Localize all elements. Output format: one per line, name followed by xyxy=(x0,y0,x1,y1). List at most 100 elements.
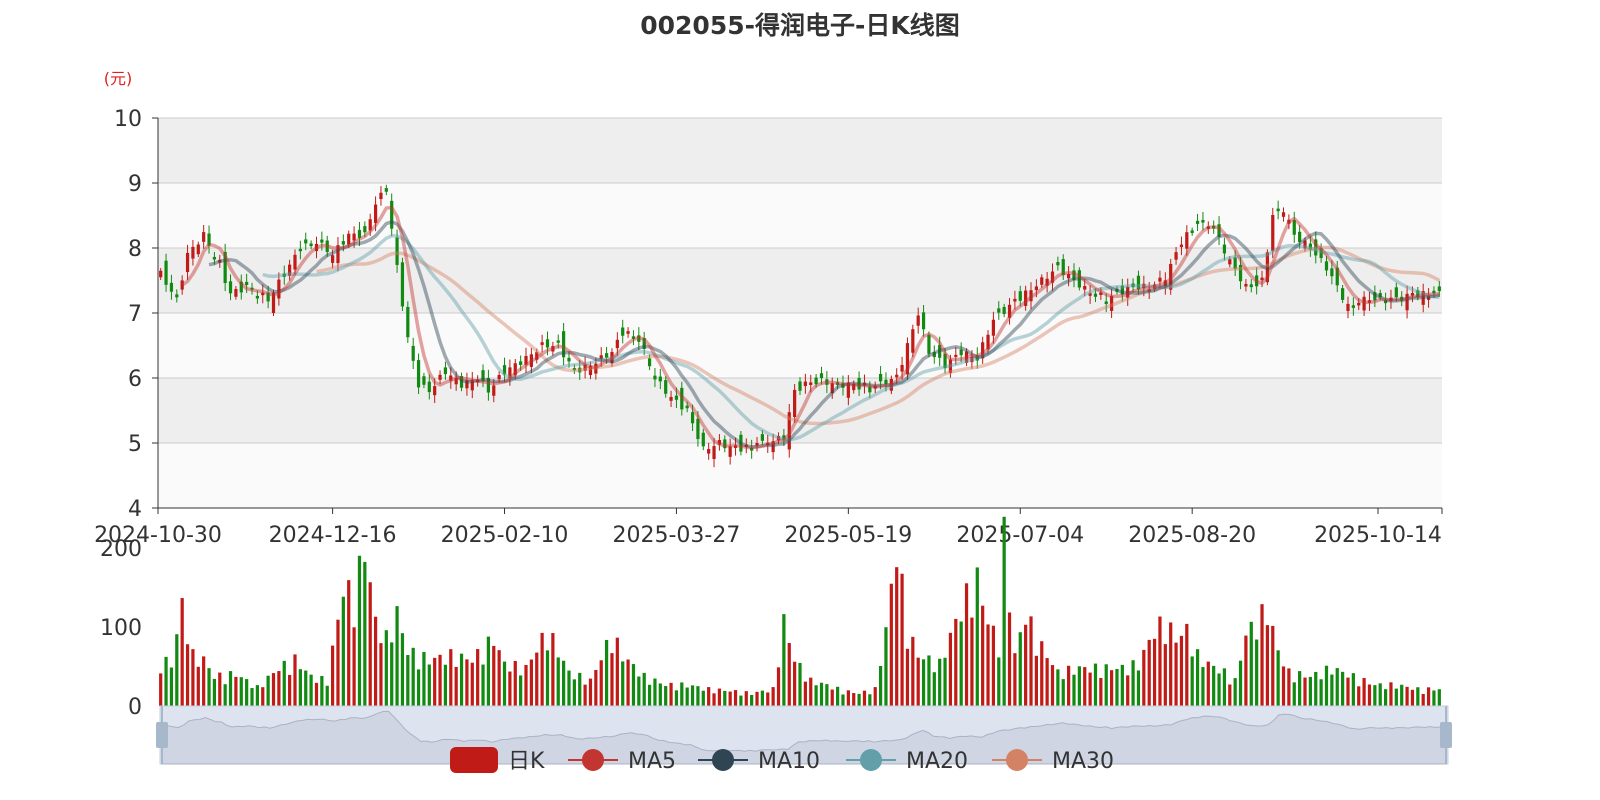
candle-body xyxy=(1093,293,1098,297)
volume-bar xyxy=(1260,604,1264,706)
volume-bar xyxy=(223,684,227,706)
volume-bar xyxy=(390,642,394,706)
candle-body xyxy=(911,329,915,353)
volume-bar xyxy=(647,684,652,706)
candle-body xyxy=(245,281,249,285)
volume-bar xyxy=(1389,682,1393,706)
volume-bar xyxy=(212,678,217,706)
volume-bar xyxy=(1271,625,1275,706)
candle-body xyxy=(1018,291,1022,301)
volume-bar xyxy=(1040,641,1044,706)
volume-bar xyxy=(228,671,233,706)
volume-bar xyxy=(416,669,421,706)
volume-bar xyxy=(492,645,496,706)
volume-bar xyxy=(664,686,668,706)
volume-bar xyxy=(185,644,190,706)
volume-bar xyxy=(1330,674,1334,706)
y-tick-label: 8 xyxy=(128,237,142,262)
candle-body xyxy=(159,270,163,278)
candle-body xyxy=(621,327,625,336)
candle-body xyxy=(175,294,179,298)
volume-bar xyxy=(1131,660,1135,706)
legend-label: 日K xyxy=(508,749,545,774)
volume-bar xyxy=(255,685,260,706)
volume-bar xyxy=(250,688,254,706)
volume-bar xyxy=(218,672,222,706)
candle-body xyxy=(406,306,410,338)
volume-bar xyxy=(422,651,426,706)
candle-body xyxy=(1437,286,1441,292)
candle xyxy=(400,257,405,312)
volume-bar xyxy=(921,659,926,706)
volume-bar xyxy=(556,657,560,706)
volume-bar xyxy=(465,659,469,706)
candle-body xyxy=(658,376,662,382)
volume-bar xyxy=(707,687,711,706)
volume-bar xyxy=(180,598,184,706)
candle-body xyxy=(567,357,571,362)
volume-bar xyxy=(1136,670,1141,706)
y-tick-label: 10 xyxy=(114,107,142,132)
volume-bar xyxy=(733,690,738,706)
volume-bar xyxy=(852,693,856,706)
y-tick-label: 4 xyxy=(128,497,142,522)
candle-body xyxy=(1195,220,1200,224)
volume-bar xyxy=(459,653,464,706)
volume-bar xyxy=(755,691,759,706)
volume-bar xyxy=(1185,623,1189,706)
candle-body xyxy=(674,395,679,400)
volume-bar xyxy=(540,632,544,706)
volume-bar xyxy=(1335,668,1339,706)
volume-bar xyxy=(433,657,437,706)
candle-body xyxy=(234,289,238,297)
volume-bar xyxy=(347,580,351,706)
candle-body xyxy=(1002,306,1006,315)
volume-bar xyxy=(239,677,243,706)
volume-bar xyxy=(991,625,996,706)
x-tick-label: 2025-08-20 xyxy=(1128,523,1256,548)
candle-body xyxy=(443,367,448,375)
y-tick-label: 7 xyxy=(128,302,142,327)
candle-body xyxy=(1174,252,1178,260)
volume-bar xyxy=(519,675,523,706)
volume-bar xyxy=(277,671,281,706)
candle-body xyxy=(701,432,705,447)
candle-body xyxy=(330,255,335,263)
candle-body xyxy=(379,192,383,200)
volume-bar xyxy=(400,633,405,706)
volume-bar xyxy=(685,687,689,706)
volume-bar xyxy=(1018,632,1022,706)
y-axis-unit: (元) xyxy=(104,69,133,88)
volume-bar xyxy=(1007,612,1012,706)
volume-bar xyxy=(911,636,915,706)
volume-bar xyxy=(1303,677,1307,706)
candle-body xyxy=(927,334,931,354)
volume-bar xyxy=(1050,665,1055,706)
candle-body xyxy=(556,340,560,343)
volume-bar xyxy=(1357,686,1361,706)
candle-body xyxy=(228,281,233,294)
volume-bar xyxy=(1142,649,1146,706)
candle-body xyxy=(384,188,388,192)
volume-bar xyxy=(508,671,512,706)
candle-body xyxy=(1179,244,1184,248)
candle-body xyxy=(416,360,421,388)
candle-body xyxy=(1228,259,1232,265)
volume-bar xyxy=(750,694,754,706)
candle-body xyxy=(1330,268,1334,277)
volume-bar xyxy=(819,682,824,706)
volume-bar xyxy=(857,693,861,706)
volume-bar xyxy=(1405,686,1409,706)
volume-bar xyxy=(1410,689,1415,706)
candle-body xyxy=(438,374,442,380)
volume-bar xyxy=(653,678,657,706)
volume-bar xyxy=(438,654,442,706)
candle-body xyxy=(690,412,695,424)
volume-bar xyxy=(1233,678,1237,706)
legend-label: MA30 xyxy=(1052,749,1114,774)
volume-bar xyxy=(846,690,850,706)
volume-bar xyxy=(298,669,302,706)
legend-item: MA20 xyxy=(846,749,968,774)
volume-bar xyxy=(878,665,883,706)
band xyxy=(158,313,1442,378)
